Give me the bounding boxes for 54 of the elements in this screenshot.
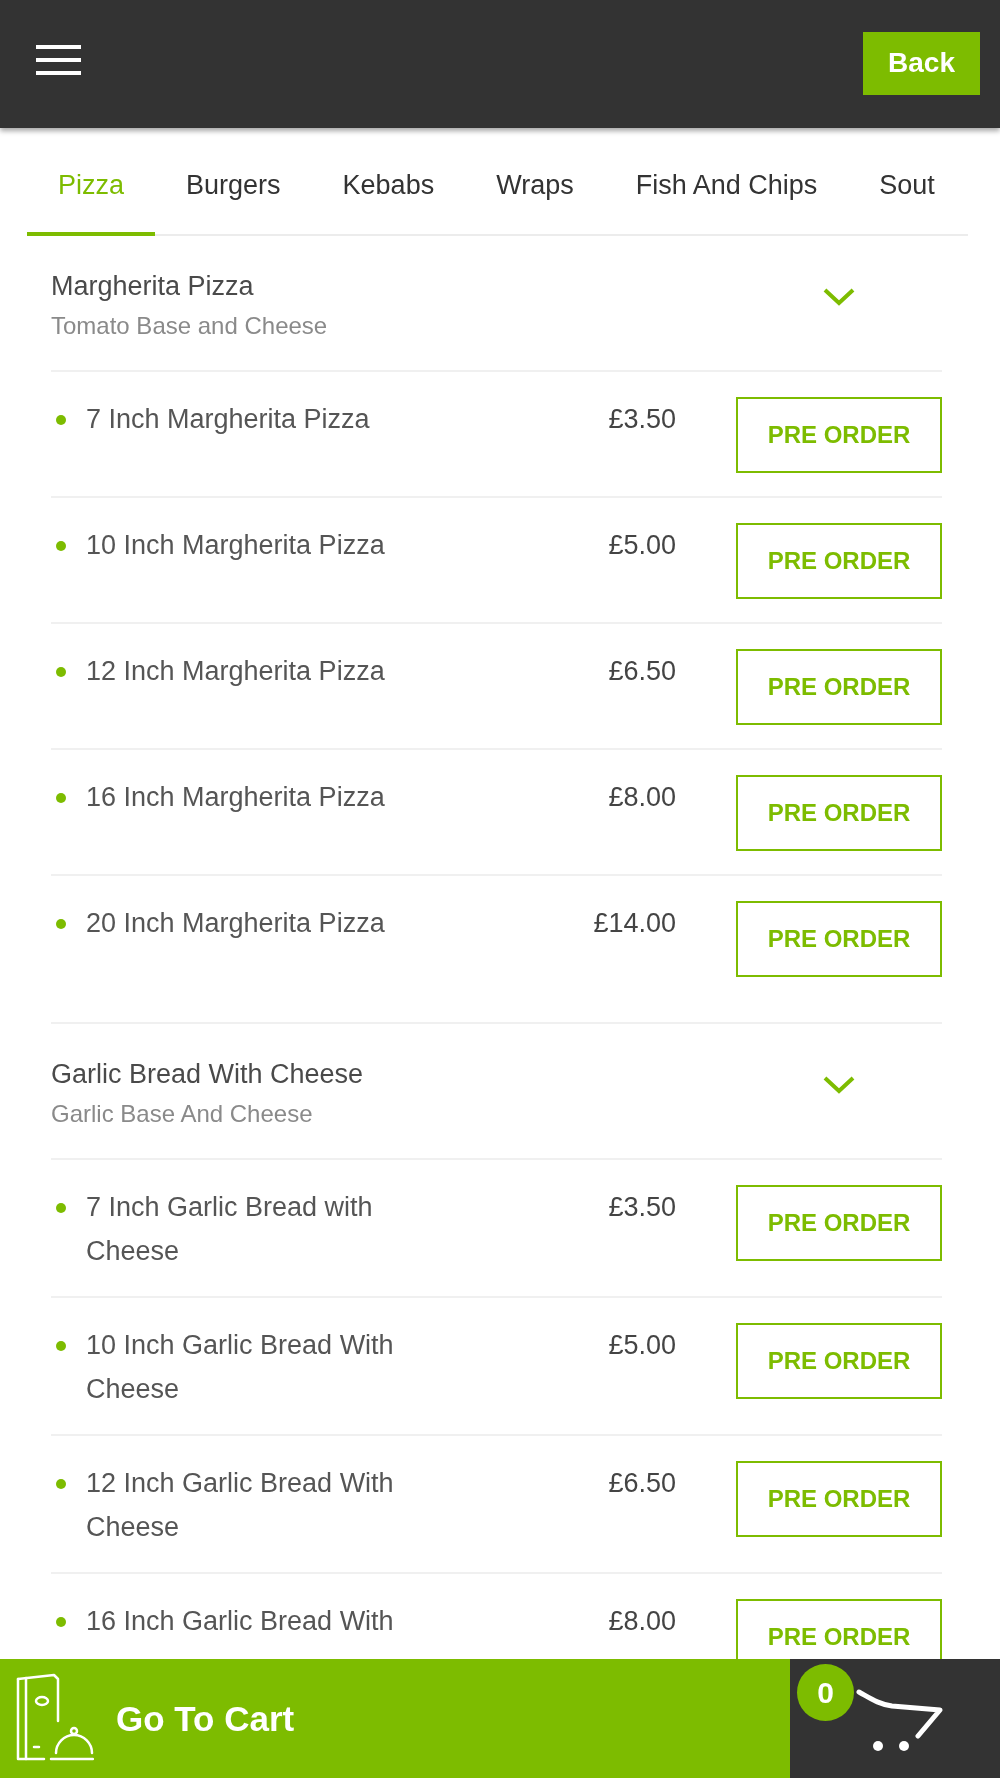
- item-name: 20 Inch Margherita Pizza: [86, 907, 386, 940]
- item-price: £3.50: [607, 403, 676, 436]
- bullet-dot-icon: [56, 1341, 66, 1351]
- shopping-cart-icon: [856, 1688, 944, 1754]
- item-price: £5.00: [607, 1329, 676, 1362]
- pre-order-button[interactable]: PRE ORDER: [736, 1599, 942, 1659]
- section-title: Garlic Bread With Cheese: [51, 1058, 364, 1091]
- item-price: £6.50: [607, 655, 676, 688]
- go-to-cart-button[interactable]: Go To Cart: [0, 1659, 790, 1778]
- item-name: 7 Inch Garlic Bread with Cheese: [86, 1191, 374, 1268]
- chevron-down-icon[interactable]: [823, 288, 855, 306]
- section-subtitle: Garlic Base And Cheese: [51, 1099, 314, 1129]
- item-price: £8.00: [607, 781, 676, 814]
- bullet-dot-icon: [56, 793, 66, 803]
- cart-button[interactable]: 0: [790, 1659, 1000, 1778]
- bullet-dot-icon: [56, 1617, 66, 1627]
- pre-order-button[interactable]: PRE ORDER: [736, 1461, 942, 1537]
- category-tab[interactable]: Fish And Chips: [604, 128, 849, 236]
- pre-order-button[interactable]: PRE ORDER: [736, 523, 942, 599]
- item-price: £14.00: [592, 907, 676, 940]
- pre-order-button[interactable]: PRE ORDER: [736, 1323, 942, 1399]
- bullet-dot-icon: [56, 1479, 66, 1489]
- item-name: 16 Inch Garlic Bread With: [86, 1605, 395, 1638]
- item-name: 10 Inch Margherita Pizza: [86, 529, 386, 562]
- bullet-dot-icon: [56, 667, 66, 677]
- item-name: 12 Inch Garlic Bread With Cheese: [86, 1467, 395, 1544]
- category-tab[interactable]: Sout: [848, 128, 966, 236]
- back-button[interactable]: Back: [863, 31, 980, 95]
- pre-order-button[interactable]: PRE ORDER: [736, 1185, 942, 1261]
- item-price: £3.50: [607, 1191, 676, 1224]
- pre-order-button[interactable]: PRE ORDER: [736, 649, 942, 725]
- chevron-down-icon[interactable]: [823, 1076, 855, 1094]
- item-name: 16 Inch Margherita Pizza: [86, 781, 386, 814]
- pre-order-button[interactable]: PRE ORDER: [736, 397, 942, 473]
- cart-count-badge: 0: [797, 1664, 854, 1721]
- item-price: £6.50: [607, 1467, 676, 1500]
- bullet-dot-icon: [56, 541, 66, 551]
- category-tab[interactable]: Pizza: [27, 128, 156, 236]
- item-name: 10 Inch Garlic Bread With Cheese: [86, 1329, 395, 1406]
- category-tab[interactable]: Wraps: [465, 128, 605, 236]
- pre-order-button[interactable]: PRE ORDER: [736, 901, 942, 977]
- category-tab[interactable]: Kebabs: [311, 128, 466, 236]
- category-tab[interactable]: Burgers: [155, 128, 312, 236]
- item-price: £5.00: [607, 529, 676, 562]
- bullet-dot-icon: [56, 919, 66, 929]
- section-subtitle: Tomato Base and Cheese: [51, 311, 328, 341]
- bullet-dot-icon: [56, 415, 66, 425]
- menu-icon[interactable]: [36, 45, 81, 75]
- bullet-dot-icon: [56, 1203, 66, 1213]
- section-title: Margherita Pizza: [51, 270, 255, 303]
- item-name: 7 Inch Margherita Pizza: [86, 403, 371, 436]
- item-name: 12 Inch Margherita Pizza: [86, 655, 386, 688]
- item-price: £8.00: [607, 1605, 676, 1638]
- pre-order-button[interactable]: PRE ORDER: [736, 775, 942, 851]
